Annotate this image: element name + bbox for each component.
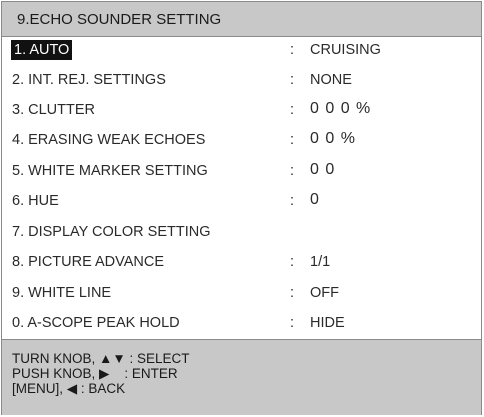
menu-item-picture-advance[interactable]: 8. PICTURE ADVANCE : 1/1 <box>2 249 481 276</box>
menu-title: 9.ECHO SOUNDER SETTING <box>17 11 222 28</box>
key-guide-panel: TURN KNOB, ▲▼ : SELECT PUSH KNOB, ▶ : EN… <box>2 339 481 415</box>
separator: : <box>290 254 295 270</box>
menu-item-erasing-weak-echoes[interactable]: 4. ERASING WEAK ECHOES : 0 0 % <box>2 127 481 154</box>
menu-item-value: CRUISING <box>310 42 381 58</box>
menu-item-int-rej-settings[interactable]: 2. INT. REJ. SETTINGS : NONE <box>2 67 481 94</box>
echo-sounder-menu-window: 9.ECHO SOUNDER SETTING 1. AUTO : CRUISIN… <box>1 1 482 415</box>
separator: : <box>290 285 295 301</box>
menu-item-value: OFF <box>310 285 339 301</box>
separator: : <box>290 193 295 209</box>
separator: : <box>290 315 295 331</box>
hint-enter: PUSH KNOB, ▶ : ENTER <box>12 366 178 381</box>
menu-item-display-color-setting[interactable]: 7. DISPLAY COLOR SETTING <box>2 219 481 246</box>
menu-item-label: 0. A-SCOPE PEAK HOLD <box>12 315 180 331</box>
menu-item-label: 5. WHITE MARKER SETTING <box>12 163 208 179</box>
menu-item-label: 4. ERASING WEAK ECHOES <box>12 132 206 148</box>
menu-item-white-marker-setting[interactable]: 5. WHITE MARKER SETTING : 0 0 <box>2 158 481 185</box>
separator: : <box>290 132 295 148</box>
menu-item-value: 0 0 % <box>310 130 356 147</box>
menu-item-label: 6. HUE <box>12 193 59 209</box>
menu-item-value: 0 0 <box>310 161 336 178</box>
menu-item-value: HIDE <box>310 315 345 331</box>
separator: : <box>290 163 295 179</box>
separator: : <box>290 42 295 58</box>
separator: : <box>290 102 295 118</box>
menu-item-value: 1/1 <box>310 254 331 270</box>
menu-item-label: 3. CLUTTER <box>12 102 95 118</box>
menu-item-auto[interactable]: 1. AUTO : CRUISING <box>2 37 481 64</box>
menu-item-label: 9. WHITE LINE <box>12 285 112 301</box>
menu-item-label: 7. DISPLAY COLOR SETTING <box>12 224 211 240</box>
hint-select: TURN KNOB, ▲▼ : SELECT <box>12 351 190 366</box>
menu-item-value: 0 <box>310 191 320 208</box>
menu-item-label: 1. AUTO <box>11 40 73 60</box>
menu-item-label: 2. INT. REJ. SETTINGS <box>12 72 166 88</box>
menu-item-white-line[interactable]: 9. WHITE LINE : OFF <box>2 280 481 307</box>
menu-item-a-scope-peak-hold[interactable]: 0. A-SCOPE PEAK HOLD : HIDE <box>2 310 481 337</box>
menu-item-hue[interactable]: 6. HUE : 0 <box>2 188 481 215</box>
hint-back: [MENU], ◀ : BACK <box>12 381 126 396</box>
menu-item-value: 0 0 0 % <box>310 100 372 117</box>
menu-item-label: 8. PICTURE ADVANCE <box>12 254 165 270</box>
menu-item-clutter[interactable]: 3. CLUTTER : 0 0 0 % <box>2 97 481 124</box>
separator: : <box>290 72 295 88</box>
menu-item-value: NONE <box>310 72 352 88</box>
title-bar: 9.ECHO SOUNDER SETTING <box>2 2 481 37</box>
